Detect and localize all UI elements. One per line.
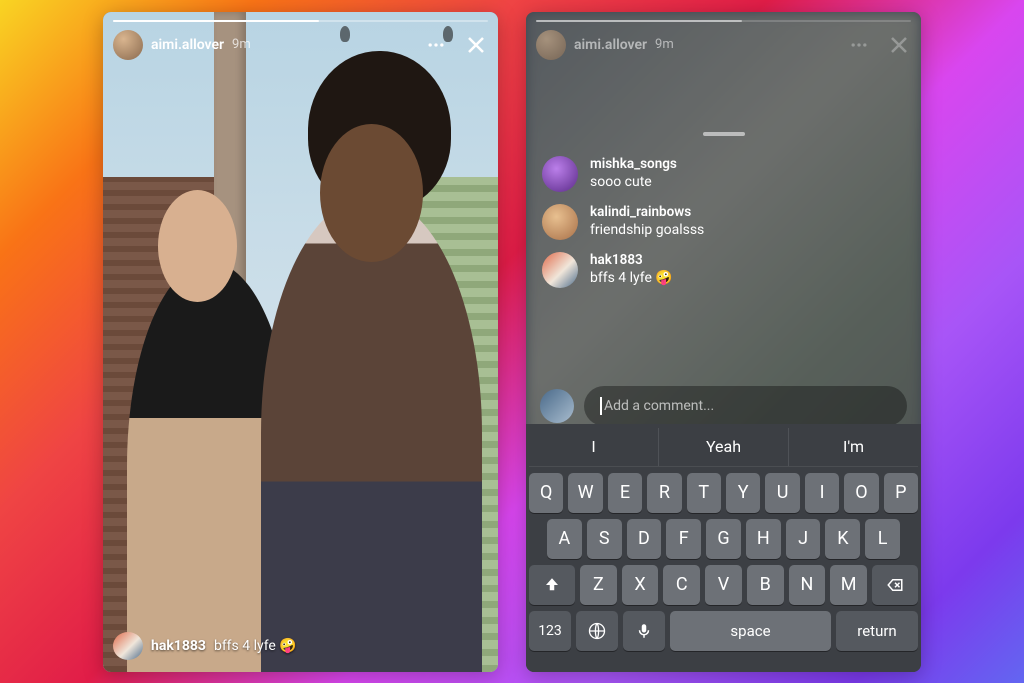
space-key[interactable]: space (670, 611, 831, 651)
key-w[interactable]: W (568, 473, 602, 513)
keyboard-row: Z X C V B N M (529, 565, 918, 605)
more-options-icon[interactable] (426, 35, 446, 55)
key-t[interactable]: T (687, 473, 721, 513)
avatar[interactable] (113, 30, 143, 60)
key-z[interactable]: Z (580, 565, 617, 605)
key-g[interactable]: G (706, 519, 741, 559)
avatar (113, 632, 143, 660)
comment-text: bffs 4 lyfe 🤪 (590, 270, 673, 286)
key-f[interactable]: F (666, 519, 701, 559)
avatar[interactable] (542, 156, 578, 192)
timestamp: 9m (655, 37, 674, 52)
comment-input[interactable]: Add a comment... (584, 386, 907, 426)
mic-key[interactable] (623, 611, 665, 651)
key-n[interactable]: N (789, 565, 826, 605)
story-header: aimi.allover 9m (103, 12, 498, 68)
avatar[interactable] (542, 252, 578, 288)
story-image[interactable] (103, 12, 498, 672)
key-m[interactable]: M (830, 565, 867, 605)
keyboard: I Yeah I'm Q W E R T Y U I O P A S D F G… (526, 424, 921, 672)
key-b[interactable]: B (747, 565, 784, 605)
prediction-key[interactable]: I (529, 428, 659, 466)
shift-key[interactable] (529, 565, 575, 605)
comment-item[interactable]: mishka_songs sooo cute (526, 150, 921, 198)
comment-text: bffs 4 lyfe 🤪 (214, 638, 297, 654)
avatar[interactable] (536, 30, 566, 60)
avatar (540, 389, 574, 423)
comment-text: friendship goalsss (590, 222, 704, 238)
keyboard-row: 123 space return (529, 611, 918, 651)
keyboard-row: Q W E R T Y U I O P (529, 473, 918, 513)
keyboard-row: A S D F G H J K L (529, 519, 918, 559)
sheet-handle[interactable] (703, 132, 745, 136)
key-e[interactable]: E (608, 473, 642, 513)
prediction-key[interactable]: I'm (789, 428, 918, 466)
timestamp: 9m (232, 37, 251, 52)
key-r[interactable]: R (647, 473, 681, 513)
keyboard-predictions: I Yeah I'm (529, 428, 918, 467)
key-l[interactable]: L (865, 519, 900, 559)
comments-view-phone: aimi.allover 9m mishka_songs sooo cute k… (526, 12, 921, 672)
key-k[interactable]: K (825, 519, 860, 559)
key-q[interactable]: Q (529, 473, 563, 513)
more-options-icon[interactable] (849, 35, 869, 55)
close-icon[interactable] (464, 33, 488, 57)
comment-text: sooo cute (590, 174, 677, 190)
globe-key[interactable] (576, 611, 618, 651)
key-a[interactable]: A (547, 519, 582, 559)
key-h[interactable]: H (746, 519, 781, 559)
key-j[interactable]: J (786, 519, 821, 559)
comment-username: hak1883 (590, 252, 673, 268)
key-c[interactable]: C (663, 565, 700, 605)
story-progress-bar[interactable] (536, 20, 911, 22)
key-d[interactable]: D (627, 519, 662, 559)
key-p[interactable]: P (884, 473, 918, 513)
avatar[interactable] (542, 204, 578, 240)
story-header: aimi.allover 9m (526, 12, 921, 68)
key-u[interactable]: U (765, 473, 799, 513)
comment-item[interactable]: hak1883 bffs 4 lyfe 🤪 (526, 246, 921, 294)
story-progress-bar[interactable] (113, 20, 488, 22)
comment-username: hak1883 (151, 638, 206, 654)
comment-username: kalindi_rainbows (590, 204, 704, 220)
key-x[interactable]: X (622, 565, 659, 605)
key-v[interactable]: V (705, 565, 742, 605)
username[interactable]: aimi.allover (151, 37, 224, 53)
story-comment-preview[interactable]: hak1883 bffs 4 lyfe 🤪 (113, 632, 297, 660)
close-icon[interactable] (887, 33, 911, 57)
placeholder-text: Add a comment... (604, 398, 714, 414)
username[interactable]: aimi.allover (574, 37, 647, 53)
prediction-key[interactable]: Yeah (659, 428, 789, 466)
comments-sheet[interactable]: mishka_songs sooo cute kalindi_rainbows … (526, 122, 921, 384)
key-y[interactable]: Y (726, 473, 760, 513)
numbers-key[interactable]: 123 (529, 611, 571, 651)
return-key[interactable]: return (836, 611, 918, 651)
comment-item[interactable]: kalindi_rainbows friendship goalsss (526, 198, 921, 246)
key-o[interactable]: O (844, 473, 878, 513)
key-s[interactable]: S (587, 519, 622, 559)
comment-username: mishka_songs (590, 156, 677, 172)
key-i[interactable]: I (805, 473, 839, 513)
backspace-key[interactable] (872, 565, 918, 605)
story-view-phone: aimi.allover 9m hak1883 bffs 4 lyfe 🤪 (103, 12, 498, 672)
